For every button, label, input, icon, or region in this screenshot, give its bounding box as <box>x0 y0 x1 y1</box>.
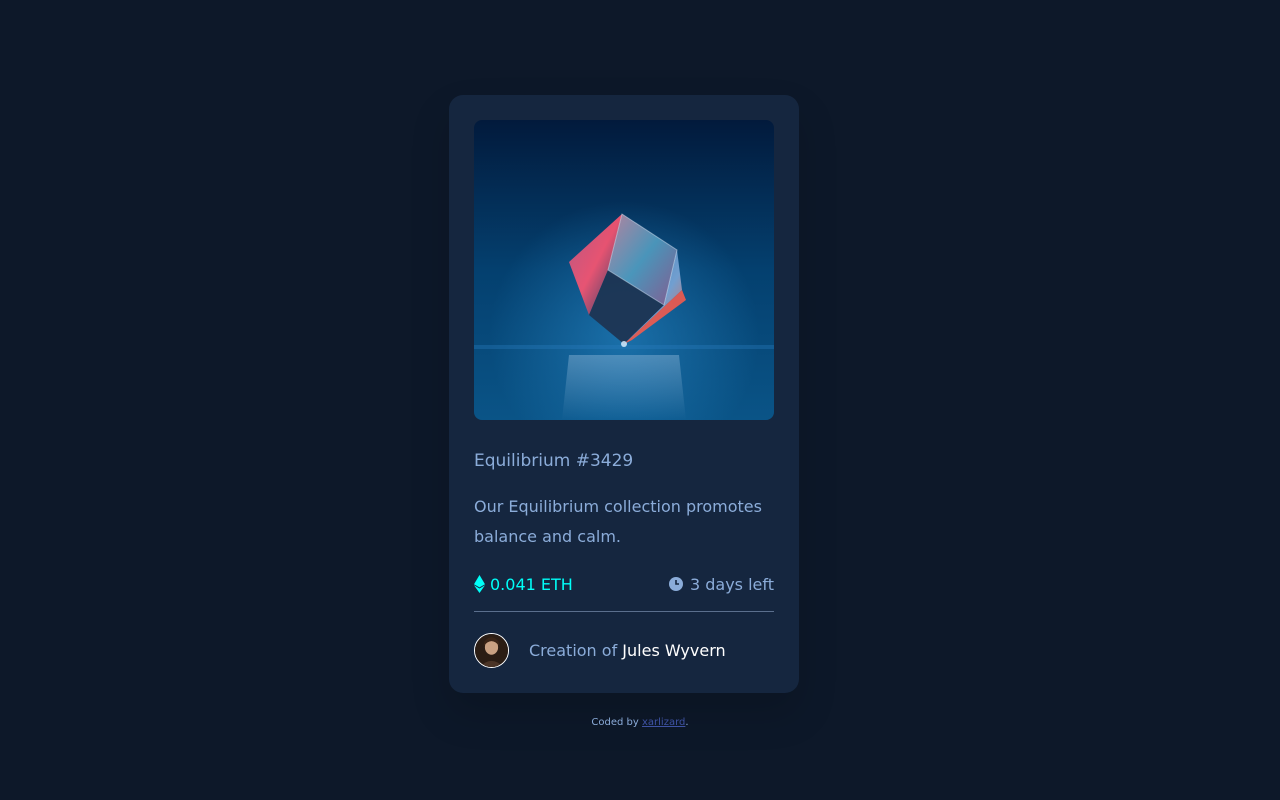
attribution-prefix: Coded by <box>591 717 642 728</box>
clock-icon <box>668 577 683 591</box>
nft-artwork-image[interactable] <box>474 120 774 420</box>
ethereum-icon <box>474 575 485 593</box>
attribution-author-link[interactable]: xarlizard <box>642 717 685 728</box>
divider <box>474 611 774 612</box>
time-info: 3 days left <box>668 573 774 595</box>
time-left-value: 3 days left <box>689 574 774 594</box>
creator-line: Creation of Jules Wyvern <box>529 640 726 662</box>
nft-title[interactable]: Equilibrium #3429 <box>474 450 633 472</box>
nft-description: Our Equilibrium collection promotes bala… <box>474 497 762 546</box>
creator-prefix: Creation of <box>529 641 623 660</box>
price-info: 0.041 ETH <box>474 573 573 595</box>
creator-avatar <box>474 633 509 668</box>
attribution: Coded by xarlizard. <box>0 717 1280 728</box>
price-value: 0.041 ETH <box>490 574 573 594</box>
attribution-suffix: . <box>685 717 689 728</box>
nft-card: Equilibrium #3429 Our Equilibrium collec… <box>449 95 799 693</box>
creator-name[interactable]: Jules Wyvern <box>622 641 725 660</box>
